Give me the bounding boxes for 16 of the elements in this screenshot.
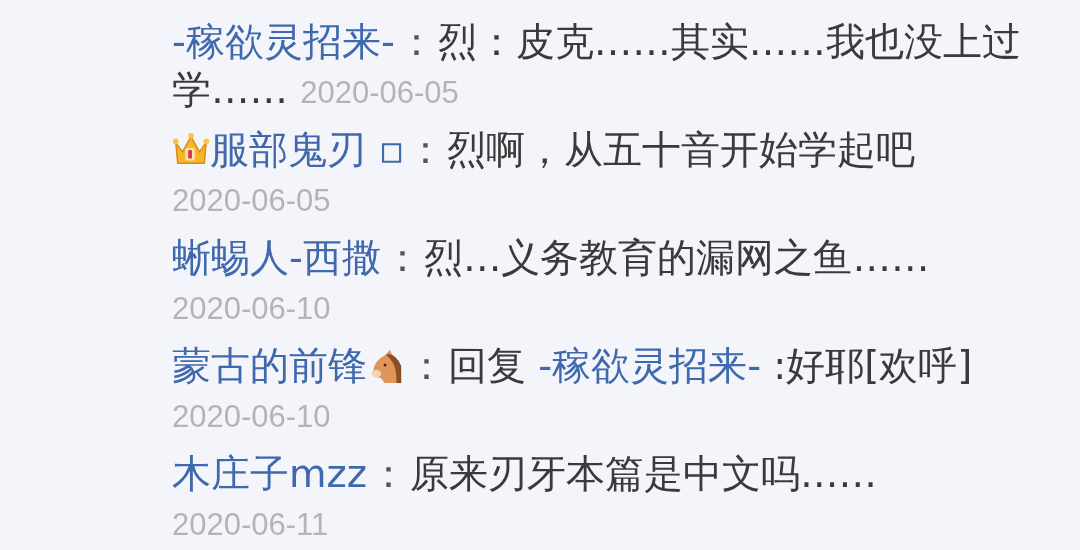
comment-date: 2020-06-11 — [172, 507, 329, 542]
comment-date: 2020-06-05 — [300, 75, 459, 110]
comment-text: -稼欲灵招来-：烈：皮克……其实……我也没上过学…… 2020-06-05 — [172, 18, 1022, 114]
comment-date: 2020-06-10 — [172, 399, 331, 434]
comment-text: 蒙古的前锋 ：回复 -稼欲灵招来- :好耶[欢呼] 2020-06-10 — [172, 342, 974, 436]
comment-text: 蜥蜴人-西撒：烈…义务教育的漏网之鱼…… 2020-06-10 — [172, 234, 931, 328]
reply-target-name[interactable]: -稼欲灵招来- — [538, 343, 762, 388]
commenter-name[interactable]: 蒙古的前锋 — [172, 343, 367, 388]
comment-date: 2020-06-10 — [172, 291, 331, 326]
commenter-name[interactable]: 木庄子mzz — [172, 451, 367, 496]
comment-text: 服部鬼刃 ▫：烈啊，从五十音开始学起吧 2020-06-05 — [172, 126, 917, 220]
commenter-name[interactable]: 蜥蜴人-西撒 — [172, 235, 381, 280]
comment-date: 2020-06-05 — [172, 183, 331, 218]
comment-text: 木庄子mzz：原来刃牙本篇是中文吗…… 2020-06-11 — [172, 450, 878, 544]
commenter-name[interactable]: 服部鬼刃 ▫ — [210, 127, 405, 172]
commenter-name[interactable]: -稼欲灵招来- — [172, 19, 395, 64]
